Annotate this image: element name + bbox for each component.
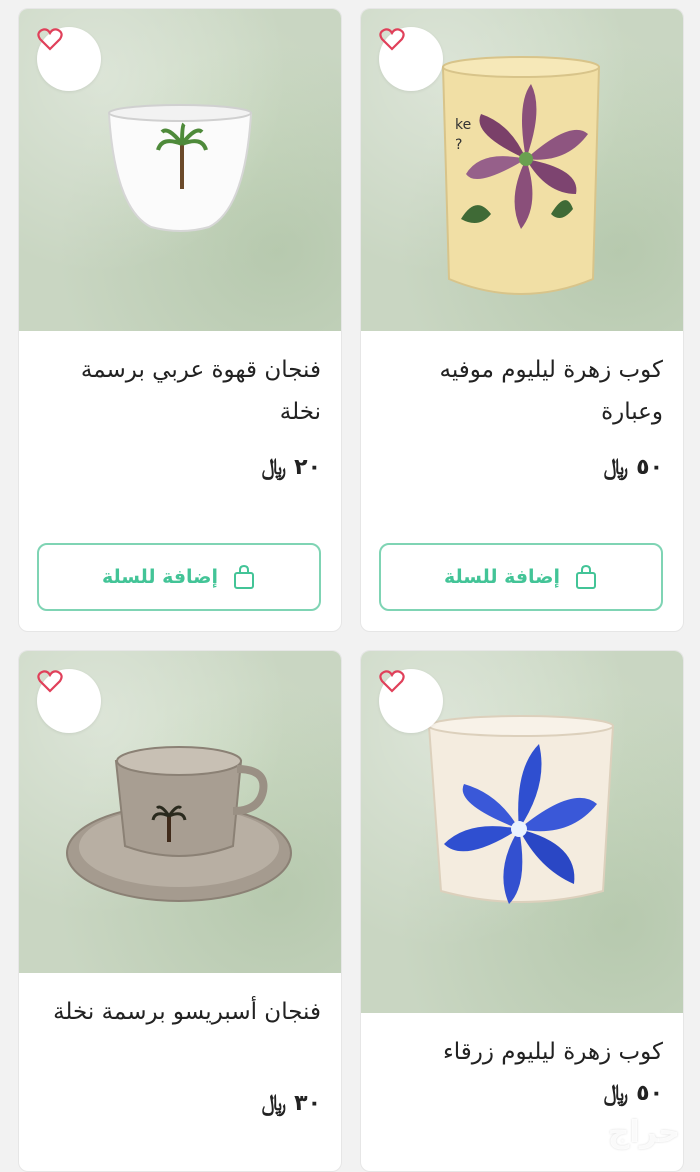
favorite-button[interactable] (37, 669, 101, 733)
product-title[interactable]: فنجان قهوة عربي برسمة نخلة (35, 349, 321, 433)
product-price: ٢٠ ﷼ (262, 455, 321, 480)
product-image[interactable] (19, 651, 341, 973)
add-to-cart-button[interactable]: إضافة للسلة (379, 543, 663, 611)
product-title[interactable]: كوب زهرة ليليوم موفيه وعبارة (377, 349, 664, 433)
svg-text:?: ? (455, 137, 462, 153)
heart-icon (37, 28, 63, 51)
favorite-button[interactable] (37, 27, 101, 91)
favorite-button[interactable] (379, 669, 443, 733)
svg-text:ke: ke (455, 117, 471, 133)
heart-icon (37, 670, 63, 693)
product-image[interactable] (361, 651, 683, 1013)
product-card[interactable]: ke ? كوب زهرة ليليوم موفيه وعبارة ٥٠ ﷼ إ… (360, 8, 684, 632)
riyal-icon: ﷼ (261, 1091, 287, 1116)
product-card[interactable]: فنجان قهوة عربي برسمة نخلة ٢٠ ﷼ إضافة لل… (18, 8, 342, 632)
product-image[interactable]: ke ? (361, 9, 683, 331)
product-price: ٥٠ ﷼ (604, 1081, 663, 1106)
product-image[interactable] (19, 9, 341, 331)
product-card[interactable]: فنجان أسبريسو برسمة نخلة ٣٠ ﷼ (18, 650, 342, 1172)
product-title[interactable]: كوب زهرة ليليوم زرقاء (377, 1031, 663, 1073)
favorite-button[interactable] (379, 27, 443, 91)
shopping-bag-icon (576, 564, 597, 589)
shopping-bag-icon (234, 564, 255, 589)
riyal-icon: ﷼ (603, 455, 629, 480)
product-price: ٣٠ ﷼ (262, 1091, 321, 1116)
riyal-icon: ﷼ (603, 1081, 629, 1106)
add-to-cart-label: إضافة للسلة (101, 566, 219, 588)
price-value: ٥٠ (636, 1081, 663, 1106)
heart-icon (379, 28, 405, 51)
riyal-icon: ﷼ (261, 455, 287, 480)
price-value: ٢٠ (294, 455, 321, 480)
add-to-cart-label: إضافة للسلة (443, 566, 561, 588)
heart-icon (379, 670, 405, 693)
price-value: ٥٠ (636, 455, 663, 480)
product-price: ٥٠ ﷼ (604, 455, 663, 480)
watermark-logo: حراج (607, 1115, 680, 1150)
price-value: ٣٠ (294, 1091, 321, 1116)
product-card[interactable]: كوب زهرة ليليوم زرقاء ٥٠ ﷼ (360, 650, 684, 1172)
add-to-cart-button[interactable]: إضافة للسلة (37, 543, 321, 611)
product-title[interactable]: فنجان أسبريسو برسمة نخلة (35, 991, 321, 1033)
